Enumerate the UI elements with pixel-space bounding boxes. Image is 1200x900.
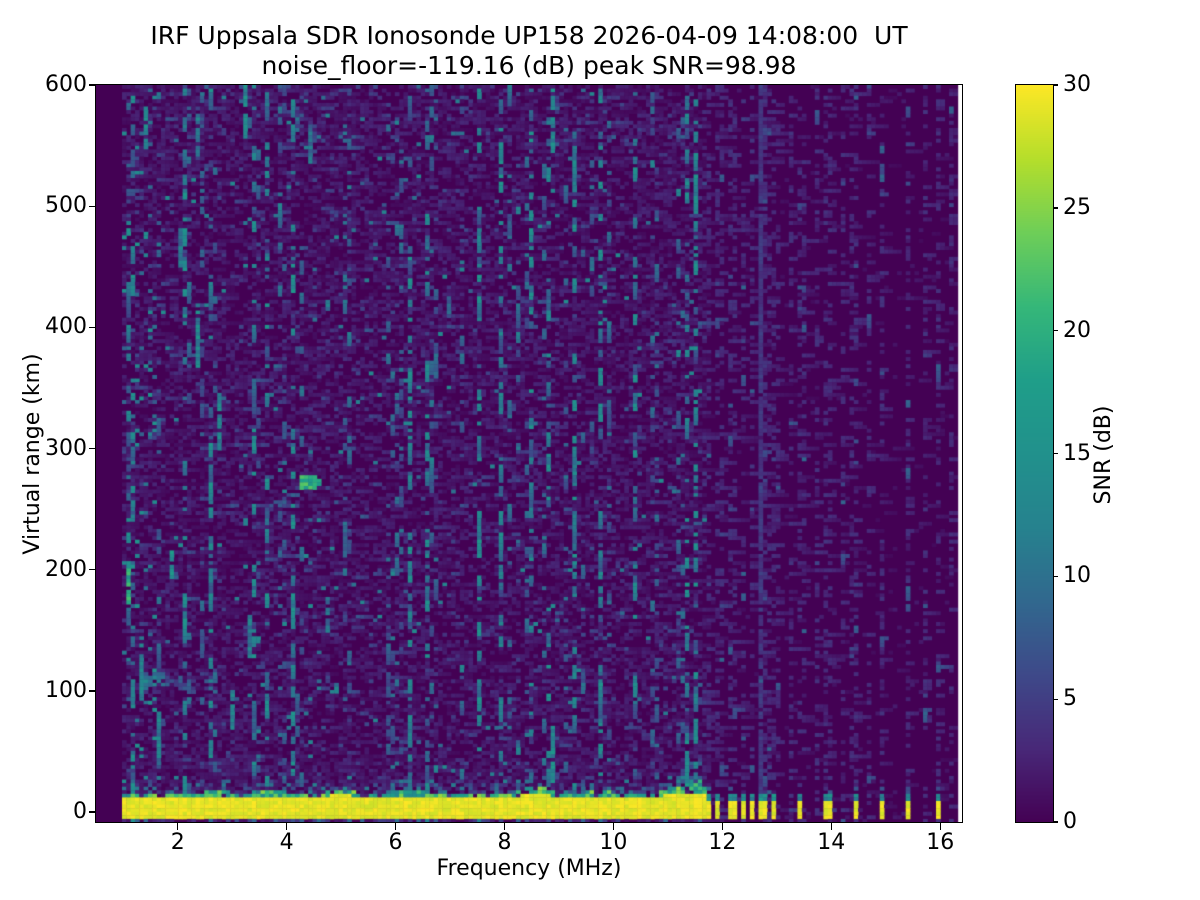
ionogram-figure: IRF Uppsala SDR Ionosonde UP158 2026-04-… [0, 0, 1200, 900]
y-tick-mark [89, 569, 96, 571]
y-tick-label: 400 [45, 314, 87, 340]
y-tick-label: 500 [45, 193, 87, 219]
y-tick-mark [89, 205, 96, 207]
x-tick-mark [503, 823, 506, 830]
x-tick-mark [177, 823, 179, 830]
colorbar-tick-label: 0 [1063, 809, 1077, 834]
x-tick-mark [394, 823, 397, 830]
x-tick-mark [286, 823, 288, 830]
colorbar-tick-label: 30 [1063, 72, 1091, 97]
y-tick-mark [89, 447, 96, 450]
x-axis-label: Frequency (MHz) [436, 856, 622, 881]
x-tick-label: 16 [926, 830, 955, 855]
y-tick-label: 100 [45, 677, 87, 703]
colorbar-tick-mark [1053, 575, 1058, 578]
x-tick-mark [721, 823, 724, 830]
x-tick-label: 8 [497, 830, 512, 855]
x-tick-label: 12 [708, 830, 737, 855]
x-tick-label: 6 [388, 830, 403, 855]
y-tick-mark [89, 811, 96, 813]
colorbar-tick-mark [1053, 330, 1058, 332]
x-tick-label: 4 [279, 830, 294, 855]
y-tick-mark [89, 690, 96, 692]
y-tick-label: 200 [45, 556, 87, 582]
colorbar-tick-mark [1053, 821, 1058, 823]
y-tick-label: 0 [73, 799, 87, 824]
colorbar-tick-label: 5 [1063, 686, 1077, 712]
colorbar-tick-label: 15 [1063, 440, 1091, 466]
ionogram-heatmap [96, 85, 962, 822]
colorbar-tick-mark [1053, 84, 1058, 86]
colorbar-tick-mark [1053, 452, 1058, 455]
x-tick-label: 10 [599, 830, 628, 855]
colorbar-label: SNR (dB) [1091, 405, 1116, 505]
x-tick-label: 2 [170, 830, 185, 855]
colorbar-tick-label: 25 [1063, 194, 1091, 220]
x-tick-label: 14 [817, 830, 846, 855]
chart-subtitle: noise_floor=-119.16 (dB) peak SNR=98.98 [261, 51, 797, 80]
colorbar-tick-label: 20 [1063, 317, 1091, 343]
x-tick-mark [939, 823, 941, 830]
x-tick-mark [612, 823, 615, 830]
y-tick-mark [89, 326, 96, 329]
y-tick-label: 300 [45, 435, 87, 461]
chart-title: IRF Uppsala SDR Ionosonde UP158 2026-04-… [150, 21, 908, 50]
x-tick-mark [830, 823, 832, 830]
y-tick-label: 600 [45, 72, 87, 97]
colorbar-tick-label: 10 [1063, 563, 1091, 589]
colorbar-gradient [1016, 85, 1053, 822]
colorbar-tick-mark [1053, 698, 1058, 700]
colorbar-tick-mark [1053, 207, 1058, 209]
y-tick-mark [89, 84, 96, 86]
